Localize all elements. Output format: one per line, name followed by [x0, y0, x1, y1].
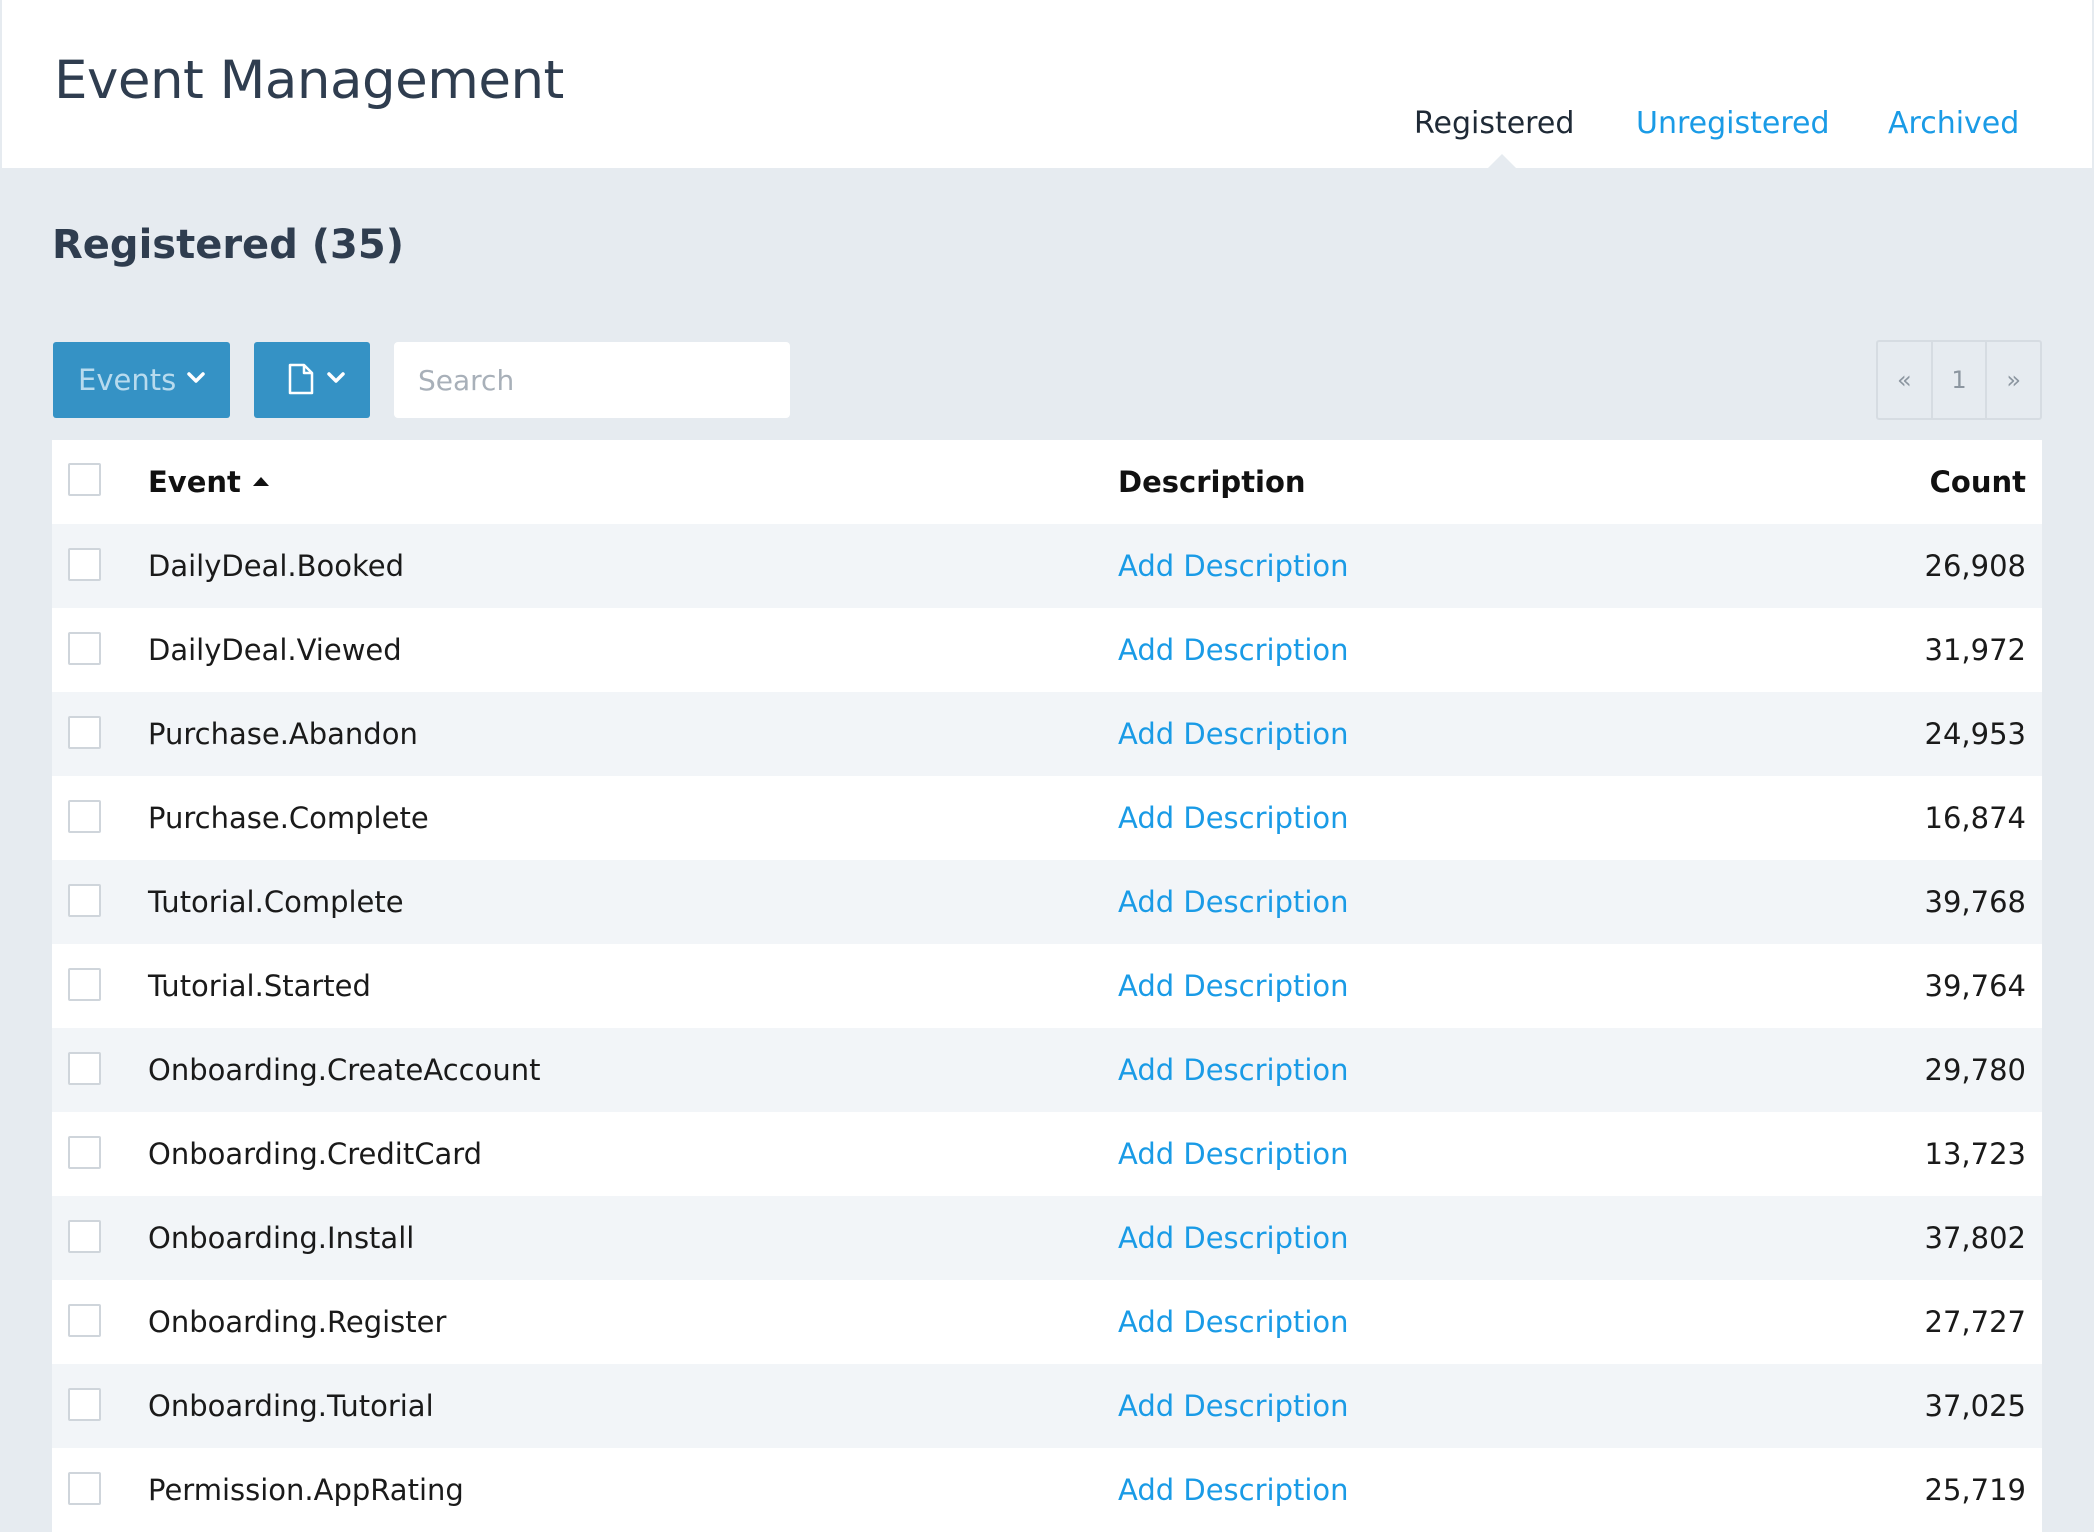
chevron-down-icon	[187, 372, 205, 383]
page-header: Event Management Registered Unregistered…	[0, 0, 2094, 168]
events-button-label: Events	[78, 363, 177, 397]
event-count: 39,764	[1924, 969, 2026, 1003]
add-description-link[interactable]: Add Description	[1118, 969, 1349, 1003]
event-name: DailyDeal.Booked	[148, 549, 404, 583]
pagination-page-1[interactable]: 1	[1930, 342, 1986, 418]
pagination: « 1 »	[1876, 340, 2042, 420]
row-checkbox[interactable]	[68, 1388, 101, 1421]
row-checkbox[interactable]	[68, 968, 101, 1001]
table-row: DailyDeal.Viewed Add Description 31,972	[52, 608, 2042, 692]
row-checkbox[interactable]	[68, 548, 101, 581]
table-row: Onboarding.Tutorial Add Description 37,025	[52, 1364, 2042, 1448]
column-header-description: Description	[1118, 465, 1306, 499]
table-header-row: Event Description Count	[52, 440, 2042, 524]
table-row: Purchase.Complete Add Description 16,874	[52, 776, 2042, 860]
add-description-link[interactable]: Add Description	[1118, 801, 1349, 835]
row-checkbox[interactable]	[68, 1472, 101, 1505]
sort-ascending-icon	[252, 476, 269, 486]
event-name: Onboarding.CreditCard	[148, 1137, 483, 1171]
event-count: 16,874	[1924, 801, 2026, 835]
table-row: Onboarding.Register Add Description 27,727	[52, 1280, 2042, 1364]
row-checkbox[interactable]	[68, 632, 101, 665]
add-description-link[interactable]: Add Description	[1118, 549, 1349, 583]
row-checkbox[interactable]	[68, 1220, 101, 1253]
add-description-link[interactable]: Add Description	[1118, 1221, 1349, 1255]
column-header-count: Count	[1929, 465, 2026, 499]
table-row: Onboarding.Install Add Description 37,802	[52, 1196, 2042, 1280]
event-name: DailyDeal.Viewed	[148, 633, 402, 667]
table-row: Tutorial.Complete Add Description 39,768	[52, 860, 2042, 944]
event-count: 24,953	[1924, 717, 2026, 751]
add-description-link[interactable]: Add Description	[1118, 717, 1349, 751]
event-count: 37,802	[1924, 1221, 2026, 1255]
search-input[interactable]	[394, 342, 790, 418]
pagination-prev-button[interactable]: «	[1878, 342, 1931, 418]
column-header-event-label: Event	[148, 465, 241, 499]
file-icon	[288, 363, 314, 395]
table-row: Onboarding.CreateAccount Add Description 2…	[52, 1028, 2042, 1112]
table-row: Tutorial.Started Add Description 39,764	[52, 944, 2042, 1028]
event-count: 29,780	[1924, 1053, 2026, 1087]
event-name: Permission.AppRating	[148, 1473, 464, 1507]
event-name: Onboarding.Install	[148, 1221, 415, 1255]
table-row: Permission.AppRating Add Description 25,71…	[52, 1448, 2042, 1532]
chevron-down-icon	[327, 372, 345, 383]
add-description-link[interactable]: Add Description	[1118, 633, 1349, 667]
tab-unregistered[interactable]: Unregistered	[1636, 106, 1830, 141]
row-checkbox[interactable]	[68, 800, 101, 833]
event-count: 31,972	[1924, 633, 2026, 667]
add-description-link[interactable]: Add Description	[1118, 1053, 1349, 1087]
table-row: Purchase.Abandon Add Description 24,953	[52, 692, 2042, 776]
table-body: DailyDeal.Booked Add Description 26,908 Dai…	[52, 524, 2042, 1532]
active-tab-caret	[1486, 154, 1518, 170]
add-description-link[interactable]: Add Description	[1118, 1473, 1349, 1507]
tab-archived[interactable]: Archived	[1888, 106, 2019, 141]
select-all-checkbox[interactable]	[68, 463, 101, 496]
event-name: Onboarding.CreateAccount	[148, 1053, 541, 1087]
event-count: 39,768	[1924, 885, 2026, 919]
table-row: DailyDeal.Booked Add Description 26,908	[52, 524, 2042, 608]
event-name: Purchase.Abandon	[148, 717, 418, 751]
page-title: Event Management	[54, 50, 564, 111]
add-description-link[interactable]: Add Description	[1118, 1137, 1349, 1171]
event-count: 26,908	[1924, 549, 2026, 583]
tab-registered[interactable]: Registered	[1414, 106, 1574, 141]
event-name: Onboarding.Register	[148, 1305, 447, 1339]
add-description-link[interactable]: Add Description	[1118, 885, 1349, 919]
event-name: Onboarding.Tutorial	[148, 1389, 434, 1423]
add-description-link[interactable]: Add Description	[1118, 1389, 1349, 1423]
export-dropdown-button[interactable]	[254, 342, 370, 418]
event-name: Tutorial.Started	[148, 969, 371, 1003]
event-name: Purchase.Complete	[148, 801, 429, 835]
row-checkbox[interactable]	[68, 1136, 101, 1169]
event-count: 27,727	[1924, 1305, 2026, 1339]
row-checkbox[interactable]	[68, 1052, 101, 1085]
section-title: Registered (35)	[52, 222, 404, 268]
events-dropdown-button[interactable]: Events	[53, 342, 230, 418]
table-row: Onboarding.CreditCard Add Description 13,7…	[52, 1112, 2042, 1196]
event-count: 37,025	[1924, 1389, 2026, 1423]
event-count: 13,723	[1924, 1137, 2026, 1171]
row-checkbox[interactable]	[68, 1304, 101, 1337]
events-table: Event Description Count DailyDeal.Booked…	[52, 440, 2042, 1532]
pagination-next-button[interactable]: »	[1985, 342, 2040, 418]
event-name: Tutorial.Complete	[148, 885, 404, 919]
row-checkbox[interactable]	[68, 716, 101, 749]
add-description-link[interactable]: Add Description	[1118, 1305, 1349, 1339]
column-header-event[interactable]: Event	[148, 465, 269, 499]
event-count: 25,719	[1924, 1473, 2026, 1507]
row-checkbox[interactable]	[68, 884, 101, 917]
